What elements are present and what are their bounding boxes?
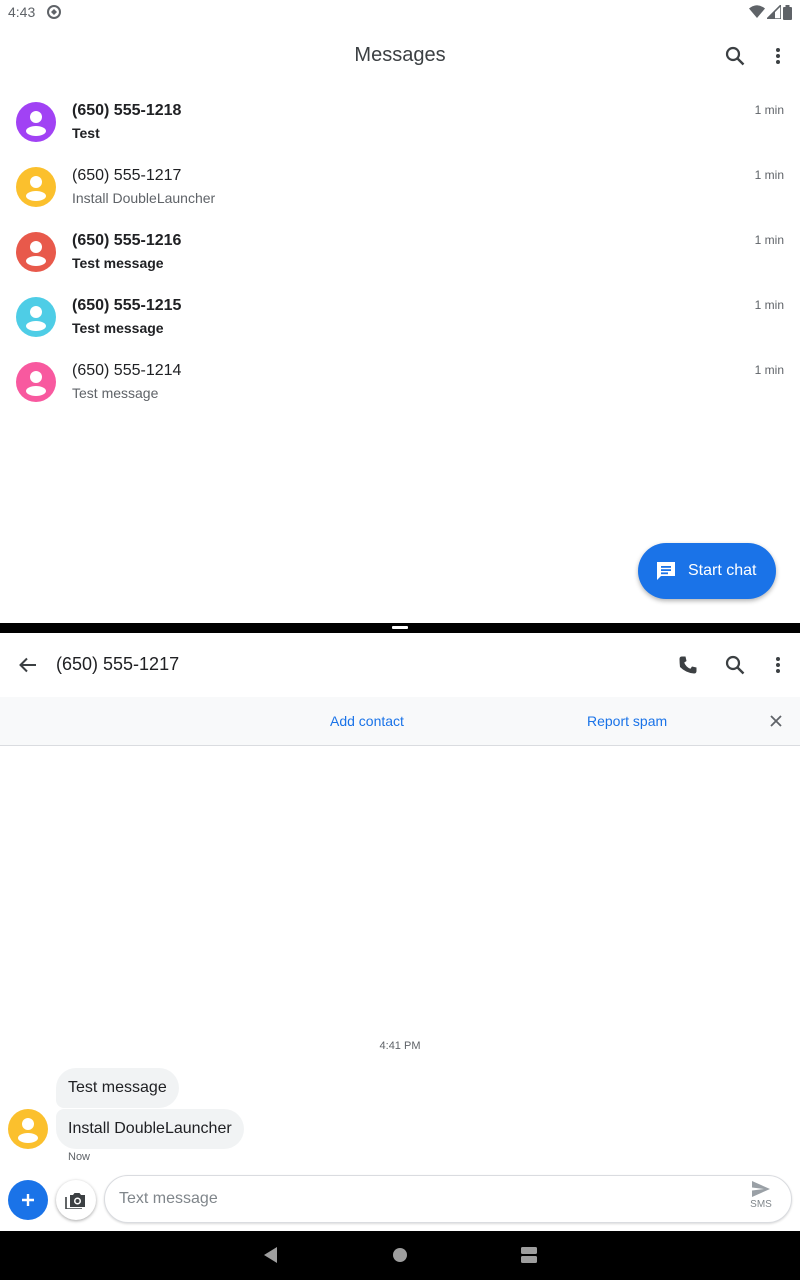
search-icon [725, 655, 745, 675]
camera-button[interactable] [56, 1180, 96, 1220]
attach-button[interactable] [8, 1180, 48, 1220]
person-icon [8, 1109, 48, 1149]
more-vert-icon [776, 657, 780, 673]
person-icon [16, 297, 56, 337]
conversation-snippet: Test message [72, 320, 164, 336]
back-button[interactable] [8, 645, 48, 685]
close-icon [770, 715, 782, 727]
conversation-time: 1 min [754, 103, 784, 117]
unknown-sender-banner: Add contact Report spam [0, 697, 800, 746]
conversation-time: 1 min [754, 168, 784, 182]
conversation-header: (650) 555-1217 [0, 633, 800, 697]
sync-icon [47, 5, 61, 19]
compose-field: SMS [104, 1175, 792, 1223]
avatar [16, 232, 56, 272]
conversation-time: 1 min [754, 363, 784, 377]
conversation-name: (650) 555-1218 [72, 102, 182, 119]
dismiss-banner-button[interactable] [756, 701, 796, 741]
camera-gallery-icon [65, 1193, 85, 1209]
conversation-list-pane: Messages (650) 555-1218 Test 1 min (650)… [0, 24, 800, 624]
conversation-list: (650) 555-1218 Test 1 min (650) 555-1217… [0, 94, 800, 419]
start-chat-button[interactable]: Start chat [638, 543, 776, 599]
send-type-label: SMS [750, 1199, 772, 1210]
sender-avatar [8, 1109, 48, 1149]
conversation-snippet: Test message [72, 255, 164, 271]
start-chat-label: Start chat [688, 562, 757, 579]
conversation-item[interactable]: (650) 555-1217 Install DoubleLauncher 1 … [0, 159, 800, 224]
recents-icon [521, 1247, 537, 1263]
status-bar: 4:43 [0, 0, 800, 24]
plus-icon [22, 1194, 34, 1206]
report-spam-button[interactable]: Report spam [587, 713, 667, 729]
nav-back-button[interactable] [259, 1243, 283, 1267]
message-input[interactable] [119, 1176, 719, 1222]
conversation-item[interactable]: (650) 555-1215 Test message 1 min [0, 289, 800, 354]
conversation-snippet: Test [72, 125, 100, 141]
more-vert-icon [776, 48, 780, 64]
navigation-bar [0, 1231, 800, 1280]
message-bubble[interactable]: Test message [56, 1068, 179, 1108]
chat-icon [657, 562, 675, 580]
compose-bar: SMS [0, 1171, 800, 1231]
more-options-button[interactable] [758, 645, 798, 685]
message-timestamp: 4:41 PM [379, 1040, 421, 1052]
nav-home-button[interactable] [388, 1243, 412, 1267]
cell-signal-icon [767, 5, 781, 19]
conversation-name: (650) 555-1217 [72, 167, 182, 184]
message-status: Now [68, 1151, 91, 1163]
conversation-pane: (650) 555-1217 Add contact Report spam 4… [0, 633, 800, 1231]
avatar [16, 167, 56, 207]
conversation-name: (650) 555-1215 [72, 297, 182, 314]
call-button[interactable] [668, 645, 708, 685]
person-icon [16, 232, 56, 272]
conversation-item[interactable]: (650) 555-1218 Test 1 min [0, 94, 800, 159]
home-circle-icon [393, 1248, 407, 1262]
conversation-item[interactable]: (650) 555-1216 Test message 1 min [0, 224, 800, 289]
status-icons [749, 4, 792, 20]
send-icon [752, 1181, 770, 1197]
divider-handle[interactable] [392, 626, 408, 629]
conversation-time: 1 min [754, 233, 784, 247]
phone-icon [679, 656, 697, 674]
conversation-snippet: Install DoubleLauncher [72, 190, 216, 206]
page-title: Messages [354, 44, 446, 66]
avatar [16, 297, 56, 337]
avatar [16, 362, 56, 402]
back-triangle-icon [264, 1247, 277, 1263]
arrow-back-icon [19, 657, 36, 673]
app-bar: Messages [0, 24, 800, 88]
search-icon [725, 46, 745, 66]
conversation-name: (650) 555-1214 [72, 362, 182, 379]
battery-icon [783, 4, 792, 20]
conversation-time: 1 min [754, 298, 784, 312]
add-contact-button[interactable]: Add contact [330, 713, 404, 729]
message-bubble[interactable]: Install DoubleLauncher [56, 1109, 244, 1149]
conversation-item[interactable]: (650) 555-1214 Test message 1 min [0, 354, 800, 419]
person-icon [16, 362, 56, 402]
person-icon [16, 102, 56, 142]
search-button[interactable] [715, 645, 755, 685]
split-screen-divider[interactable] [0, 623, 800, 633]
conversation-name: (650) 555-1216 [72, 232, 182, 249]
wifi-icon [749, 5, 765, 18]
avatar [16, 102, 56, 142]
more-options-button[interactable] [758, 36, 798, 76]
conversation-snippet: Test message [72, 385, 159, 401]
status-time: 4:43 [8, 4, 36, 20]
search-button[interactable] [715, 36, 755, 76]
nav-recents-button[interactable] [517, 1243, 541, 1267]
conversation-title: (650) 555-1217 [56, 654, 180, 674]
person-icon [16, 167, 56, 207]
send-button[interactable]: SMS [743, 1180, 779, 1220]
